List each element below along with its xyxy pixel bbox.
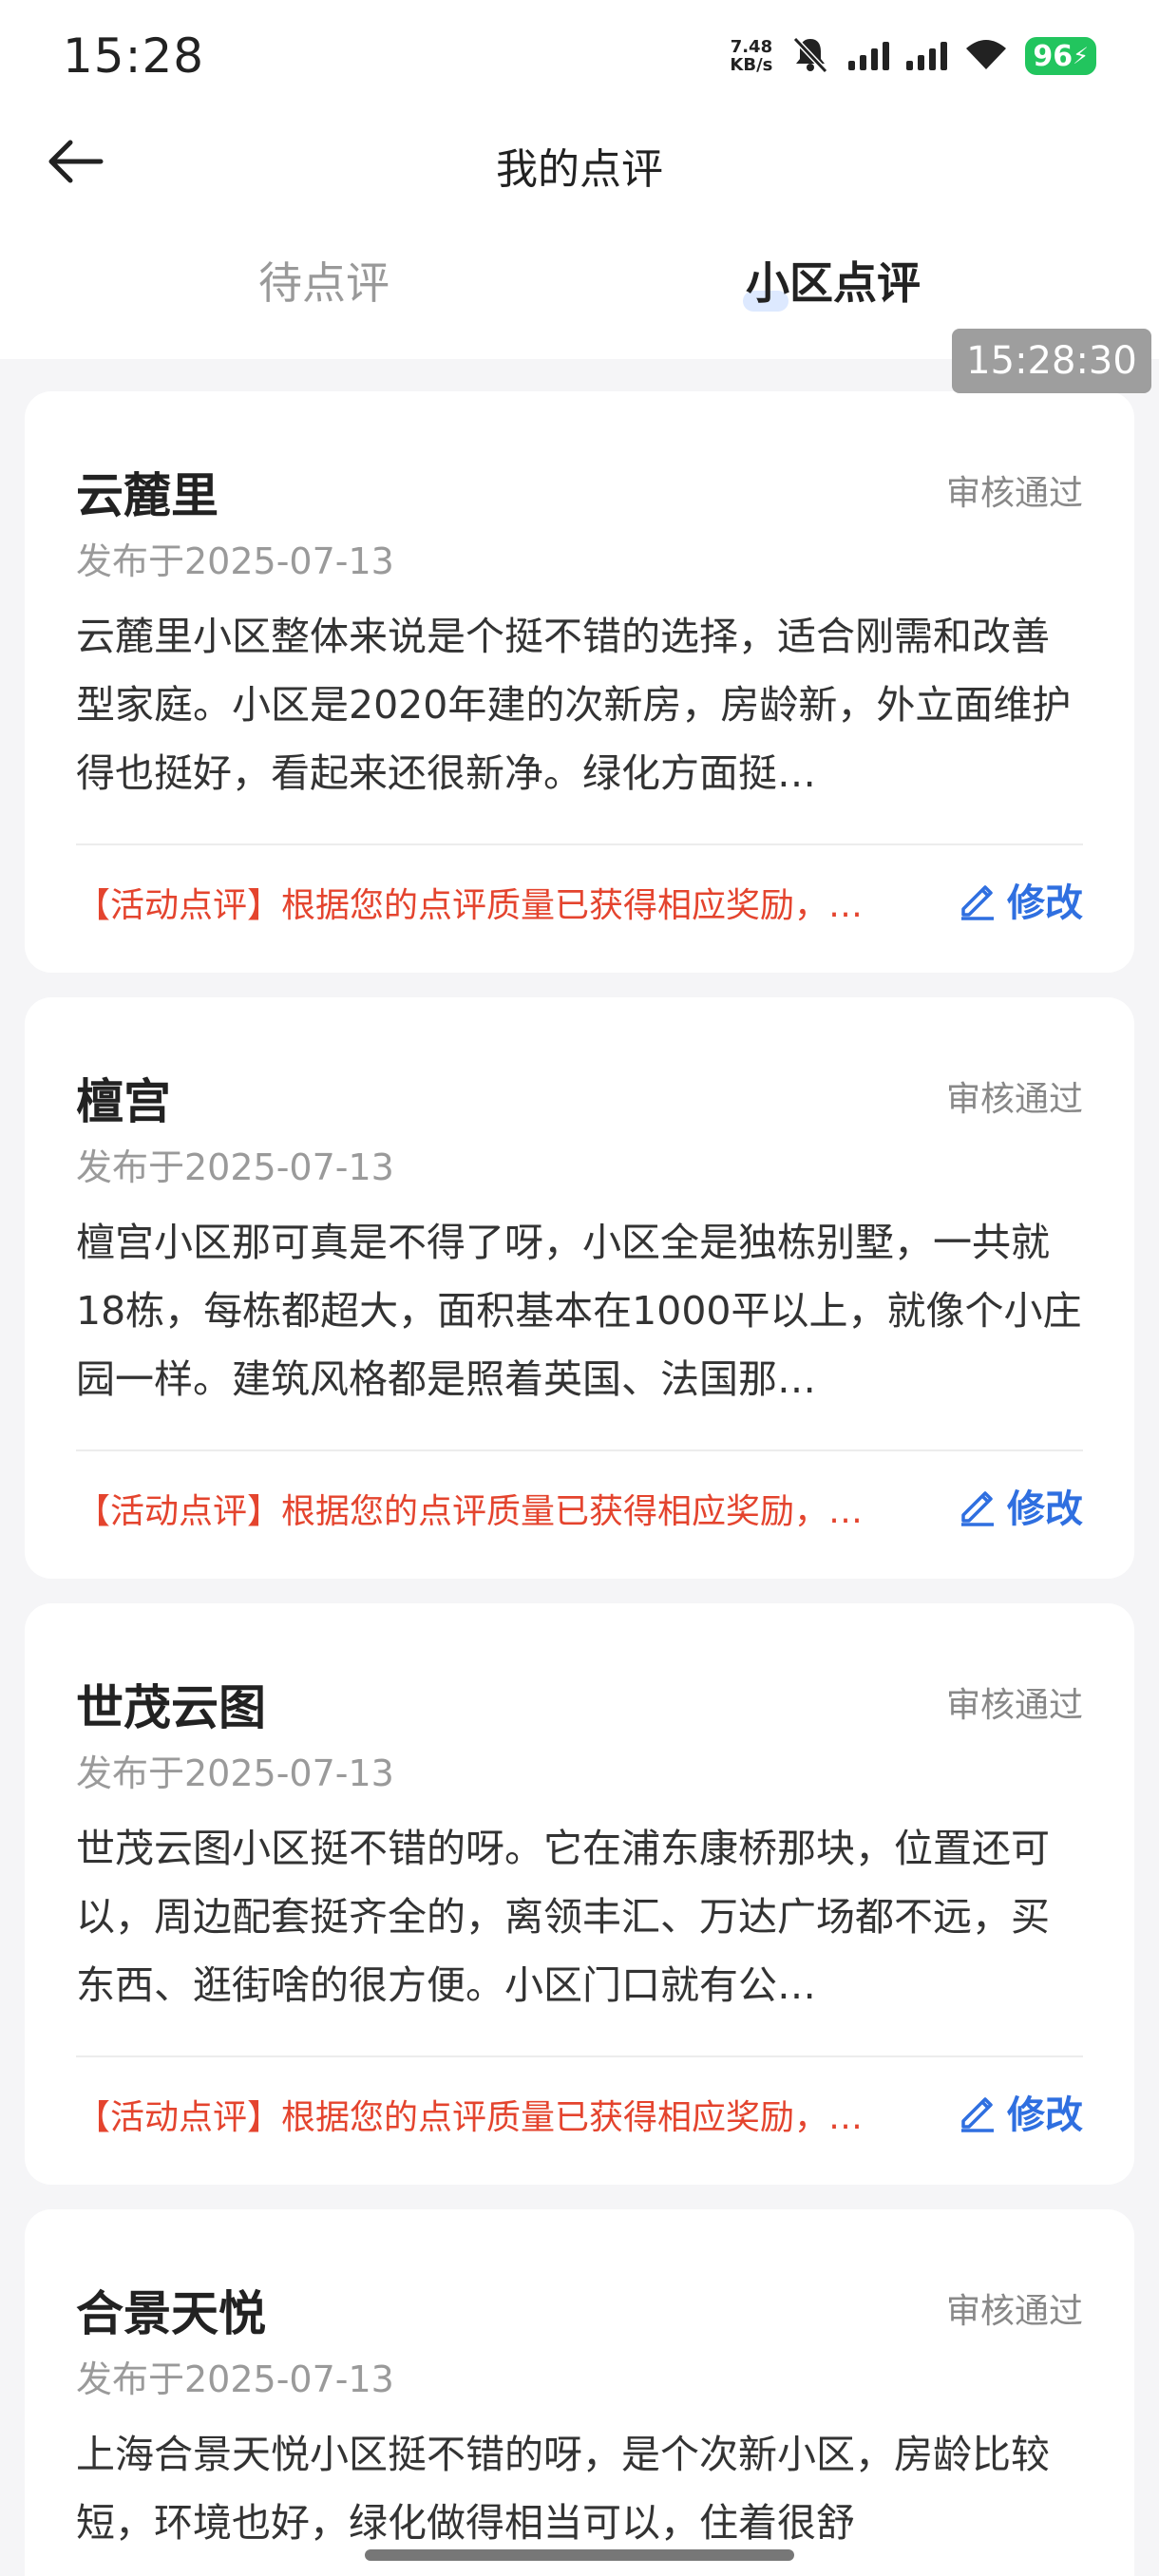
divider xyxy=(76,2055,1083,2057)
time-badge: 15:28:30 xyxy=(952,329,1151,393)
battery-level: 96 xyxy=(1033,39,1074,73)
edit-label: 修改 xyxy=(1007,2093,1083,2137)
review-title: 檀宫 xyxy=(76,1074,171,1129)
page-title: 我的点评 xyxy=(496,145,663,194)
review-date: 发布于2025-07-13 xyxy=(76,1752,394,1794)
review-status: 审核通过 xyxy=(945,474,1083,513)
signal-2-icon xyxy=(906,42,948,70)
review-card[interactable]: 云麓里 审核通过 发布于2025-07-13 云麓里小区整体来说是个挺不错的选择… xyxy=(25,391,1134,973)
tab-pending-review[interactable]: 待点评 xyxy=(258,249,390,312)
pencil-icon xyxy=(961,885,994,920)
review-date: 发布于2025-07-13 xyxy=(76,1146,394,1188)
battery-indicator: 96 ⚡ xyxy=(1025,37,1096,75)
net-speed: 7.48 KB/s xyxy=(730,38,772,74)
charging-icon: ⚡ xyxy=(1073,43,1089,69)
reward-notice: 【活动点评】根据您的点评质量已获得相应奖励，… xyxy=(76,1492,864,1531)
review-status: 审核通过 xyxy=(945,2292,1083,2331)
tab-community-review[interactable]: 小区点评 xyxy=(746,249,921,312)
divider xyxy=(76,1449,1083,1451)
pencil-icon xyxy=(961,1491,994,1526)
edit-label: 修改 xyxy=(1007,1487,1083,1531)
status-time: 15:28 xyxy=(63,28,205,84)
status-icons: 7.48 KB/s 96 ⚡ xyxy=(730,32,1096,80)
review-card[interactable]: 世茂云图 审核通过 发布于2025-07-13 世茂云图小区挺不错的呀。它在浦东… xyxy=(25,1603,1134,2185)
edit-button[interactable]: 修改 xyxy=(956,872,1083,927)
review-title: 云麓里 xyxy=(76,468,218,523)
review-body: 檀宫小区那可真是不得了呀，小区全是独栋别墅，一共就18栋，每栋都超大，面积基本在… xyxy=(76,1220,1082,1402)
reward-notice: 【活动点评】根据您的点评质量已获得相应奖励，… xyxy=(76,886,864,925)
review-status: 审核通过 xyxy=(945,1080,1083,1119)
mute-bell-icon xyxy=(789,33,831,79)
signal-1-icon xyxy=(848,42,890,70)
review-body: 云麓里小区整体来说是个挺不错的选择，适合刚需和改善型家庭。小区是2020年建的次… xyxy=(76,614,1072,796)
review-body: 世茂云图小区挺不错的呀。它在浦东康桥那块，位置还可以，周边配套挺齐全的，离领丰汇… xyxy=(76,1826,1050,2008)
wifi-icon xyxy=(964,37,1008,75)
edit-label: 修改 xyxy=(1007,881,1083,925)
edit-button[interactable]: 修改 xyxy=(956,1478,1083,1533)
net-speed-unit: KB/s xyxy=(730,55,773,75)
review-status: 审核通过 xyxy=(945,1686,1083,1725)
home-indicator[interactable] xyxy=(365,2549,794,2561)
review-card[interactable]: 合景天悦 审核通过 发布于2025-07-13 上海合景天悦小区挺不错的呀，是个… xyxy=(25,2209,1134,2576)
net-speed-value: 7.48 xyxy=(730,37,773,57)
pencil-icon xyxy=(961,2097,994,2132)
nav-bar: 我的点评 xyxy=(0,114,1159,209)
divider xyxy=(76,843,1083,845)
review-title: 合景天悦 xyxy=(76,2286,266,2341)
review-date: 发布于2025-07-13 xyxy=(76,540,394,582)
review-card[interactable]: 檀宫 审核通过 发布于2025-07-13 檀宫小区那可真是不得了呀，小区全是独… xyxy=(25,997,1134,1579)
review-title: 世茂云图 xyxy=(76,1680,266,1735)
header-area: 15:28 7.48 KB/s 96 ⚡ 我的点评 待点评 小区点评 xyxy=(0,0,1159,359)
reward-notice: 【活动点评】根据您的点评质量已获得相应奖励，… xyxy=(76,2098,864,2137)
review-date: 发布于2025-07-13 xyxy=(76,2358,394,2400)
status-bar: 15:28 7.48 KB/s 96 ⚡ xyxy=(0,0,1159,114)
edit-button[interactable]: 修改 xyxy=(956,2084,1083,2139)
